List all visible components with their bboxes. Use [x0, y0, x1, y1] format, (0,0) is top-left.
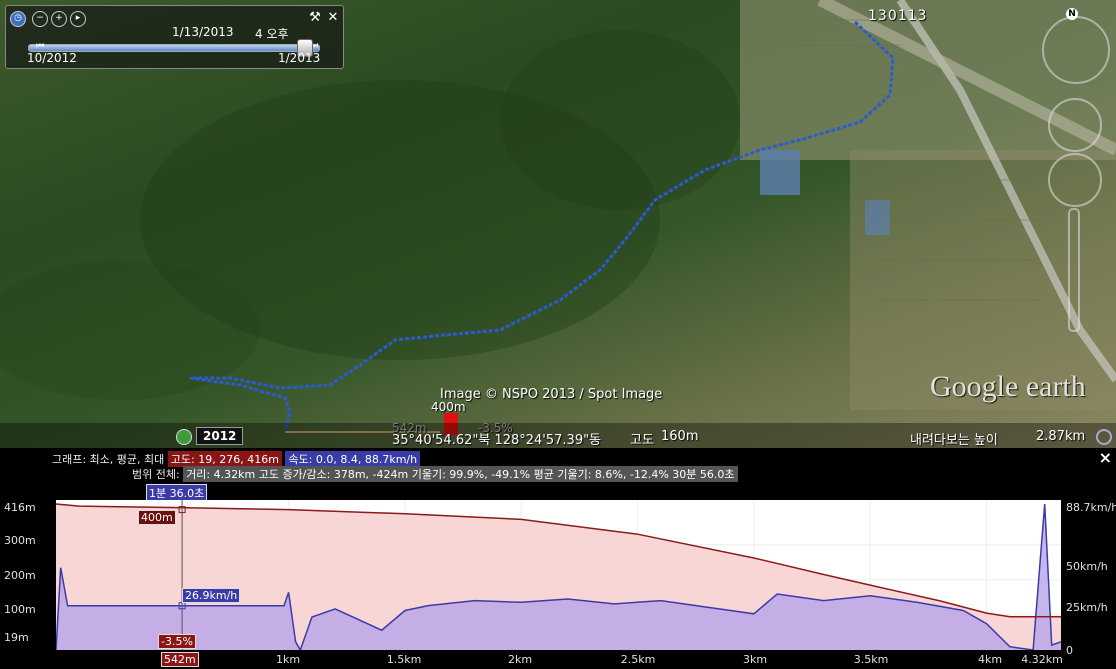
year-badge[interactable]: 2012: [196, 427, 244, 445]
coordinates-readout: 35°40'54.62"북 128°24'57.39"동: [392, 433, 602, 448]
speed-callout: 26.9km/h: [182, 588, 241, 603]
eye-altitude-value: 2.87km: [1036, 429, 1086, 444]
zoom-slider[interactable]: [1068, 208, 1080, 332]
current-time: 4 오후: [255, 27, 289, 41]
graph-label: 그래프: 최소, 평균, 최대: [52, 453, 165, 466]
zoom-in-icon[interactable]: +: [51, 11, 67, 27]
y-right-tick: 50km/h: [1066, 560, 1108, 573]
y-left-tick: 416m: [4, 501, 36, 514]
x-tick: 2km: [507, 653, 533, 666]
map-view[interactable]: 130113 Image © NSPO 2013 / Spot Image 40…: [0, 0, 1116, 448]
range-start: 10/2012: [27, 51, 77, 65]
x-tick: 4km: [977, 653, 1003, 666]
x-tick: 3km: [742, 653, 768, 666]
current-date: 1/13/2013: [172, 25, 234, 39]
x-tick: 4.32km: [1021, 653, 1063, 666]
close-icon[interactable]: ✕: [326, 11, 340, 25]
look-joystick[interactable]: [1048, 98, 1102, 152]
eye-altitude-label: 내려다보는 높이: [910, 433, 998, 448]
marker-altitude: 400m: [431, 400, 466, 414]
range-stats: 거리: 4.32km 고도 증가/감소: 378m, -424m 기울기: 99…: [183, 466, 738, 482]
distance-callout: 542m: [161, 652, 199, 667]
close-profile-button[interactable]: ×: [1099, 448, 1112, 467]
speed-stats[interactable]: 속도: 0.0, 8.4, 88.7km/h: [285, 451, 421, 467]
y-left-tick: 100m: [4, 603, 36, 616]
range-label: 범위 전체:: [132, 468, 180, 481]
x-tick: 1km: [275, 653, 301, 666]
wrench-icon[interactable]: ⚒: [308, 11, 322, 25]
clock-icon[interactable]: ◷: [10, 11, 26, 27]
zoom-out-icon[interactable]: −: [32, 11, 48, 27]
profile-chart: [56, 500, 1061, 650]
north-icon[interactable]: N: [1066, 8, 1078, 20]
elevation-value: 160m: [661, 429, 699, 444]
y-left-tick: 300m: [4, 534, 36, 547]
historical-imagery-icon[interactable]: [176, 429, 192, 445]
range-end: 1/2013: [278, 51, 321, 65]
x-tick: 1.5km: [386, 653, 422, 666]
y-left-tick: 19m: [4, 631, 29, 644]
move-joystick[interactable]: [1048, 153, 1102, 207]
elevation-profile-panel: 그래프: 최소, 평균, 최대 고도: 19, 276, 416m 속도: 0.…: [0, 448, 1116, 669]
slope-callout: -3.5%: [158, 634, 196, 649]
status-indicator-icon: [1096, 429, 1112, 445]
y-left-tick: 200m: [4, 569, 36, 582]
compass-ring[interactable]: [1042, 16, 1110, 84]
y-right-tick: 25km/h: [1066, 601, 1108, 614]
altitude-callout: 400m: [138, 510, 176, 525]
elevation-label: 고도: [630, 433, 654, 448]
y-right-tick: 88.7km/h: [1066, 501, 1116, 514]
time-slider-panel: ◷ − + ▸ ⚒ ✕ 1/13/2013 4 오후 ⏮ ⏭ 10/2012 1…: [5, 5, 344, 69]
altitude-stats[interactable]: 고도: 19, 276, 416m: [167, 451, 282, 467]
x-tick: 2.5km: [620, 653, 656, 666]
profile-plot[interactable]: [56, 500, 1061, 650]
track-label[interactable]: 130113: [868, 8, 927, 24]
animate-icon[interactable]: ▸: [70, 11, 86, 27]
google-earth-logo: Google earth: [930, 370, 1086, 403]
image-attribution: Image © NSPO 2013 / Spot Image: [440, 387, 663, 402]
navigation-controls: N: [1036, 0, 1116, 360]
y-right-tick: 0: [1066, 644, 1073, 657]
x-tick: 3.5km: [853, 653, 889, 666]
